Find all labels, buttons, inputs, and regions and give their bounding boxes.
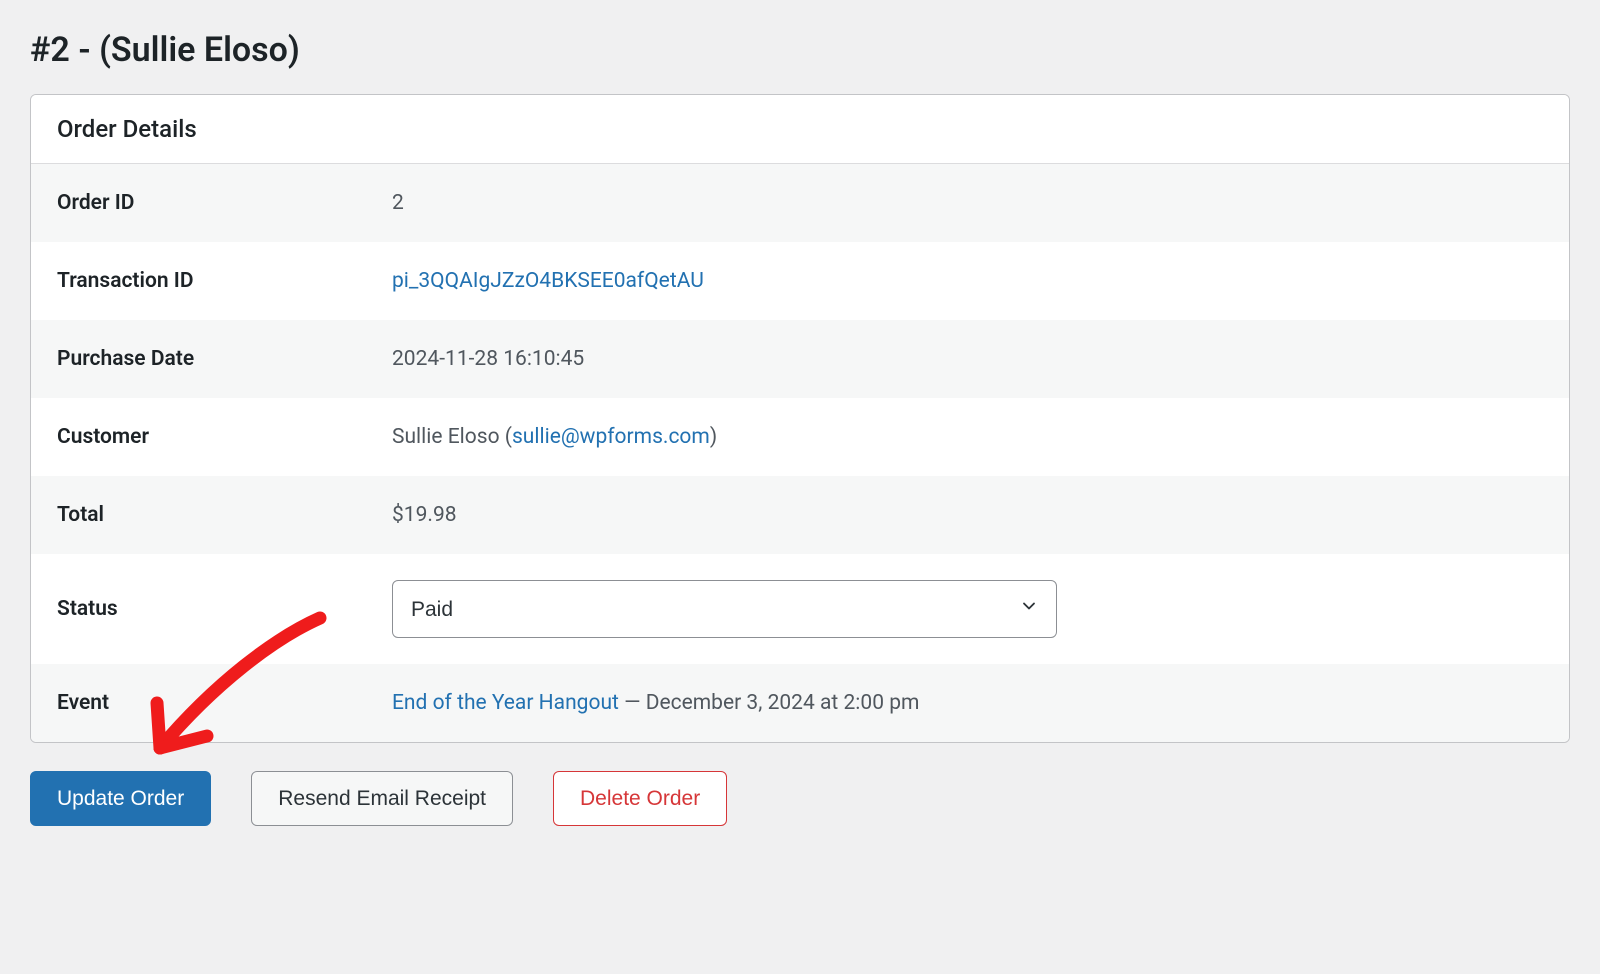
row-total: Total $19.98: [31, 476, 1569, 554]
customer-email-link[interactable]: sullie@wpforms.com: [512, 425, 710, 449]
value-transaction-id: pi_3QQAIgJZzO4BKSEE0afQetAU: [392, 269, 704, 293]
row-purchase-date: Purchase Date 2024-11-28 16:10:45: [31, 320, 1569, 398]
update-order-button[interactable]: Update Order: [30, 771, 211, 826]
delete-order-button[interactable]: Delete Order: [553, 771, 727, 826]
resend-email-receipt-button[interactable]: Resend Email Receipt: [251, 771, 513, 826]
value-purchase-date: 2024-11-28 16:10:45: [392, 347, 584, 371]
event-suffix: — December 3, 2024 at 2:00 pm: [619, 691, 920, 715]
label-transaction-id: Transaction ID: [57, 269, 392, 293]
order-details-panel: Order Details Order ID 2 Transaction ID …: [30, 94, 1570, 743]
status-select[interactable]: Paid: [392, 580, 1057, 638]
label-total: Total: [57, 503, 392, 527]
label-status: Status: [57, 597, 392, 621]
event-link[interactable]: End of the Year Hangout: [392, 691, 619, 715]
row-order-id: Order ID 2: [31, 164, 1569, 242]
customer-name: Sullie Eloso: [392, 425, 500, 449]
value-order-id: 2: [392, 191, 404, 215]
label-order-id: Order ID: [57, 191, 392, 215]
row-event: Event End of the Year Hangout — December…: [31, 664, 1569, 742]
transaction-id-link[interactable]: pi_3QQAIgJZzO4BKSEE0afQetAU: [392, 269, 704, 293]
value-event: End of the Year Hangout — December 3, 20…: [392, 691, 919, 715]
row-transaction-id: Transaction ID pi_3QQAIgJZzO4BKSEE0afQet…: [31, 242, 1569, 320]
panel-header: Order Details: [31, 95, 1569, 164]
label-event: Event: [57, 691, 392, 715]
label-customer: Customer: [57, 425, 392, 449]
row-status: Status Paid: [31, 554, 1569, 664]
label-purchase-date: Purchase Date: [57, 347, 392, 371]
status-select-wrap: Paid: [392, 580, 1057, 638]
value-total: $19.98: [392, 503, 457, 527]
action-bar: Update Order Resend Email Receipt Delete…: [30, 771, 1570, 826]
value-customer: Sullie Eloso (sullie@wpforms.com): [392, 425, 717, 449]
page-title: #2 - (Sullie Eloso): [30, 30, 1570, 70]
row-customer: Customer Sullie Eloso (sullie@wpforms.co…: [31, 398, 1569, 476]
